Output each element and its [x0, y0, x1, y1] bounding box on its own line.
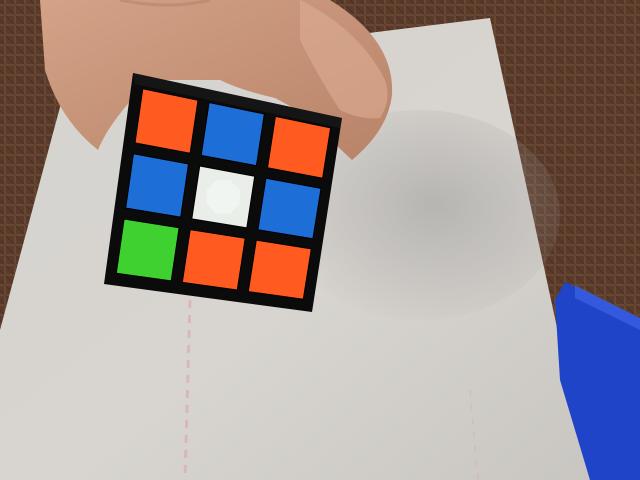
sticker-r2-c3-blue: [257, 177, 322, 240]
sticker-r2-c1-blue: [125, 153, 189, 218]
sticker-r3-c2-orange: [181, 229, 246, 291]
sticker-r1-c3-orange: [267, 115, 332, 179]
sticker-r1-c1-orange: [134, 88, 199, 154]
photo-canvas: [0, 0, 640, 480]
sticker-r1-c2-blue: [200, 102, 265, 167]
sticker-r3-c1-green: [115, 218, 180, 282]
photo-scene: [0, 0, 640, 480]
center-cap-icon: [206, 180, 240, 214]
sticker-r3-c3-orange: [247, 239, 312, 300]
